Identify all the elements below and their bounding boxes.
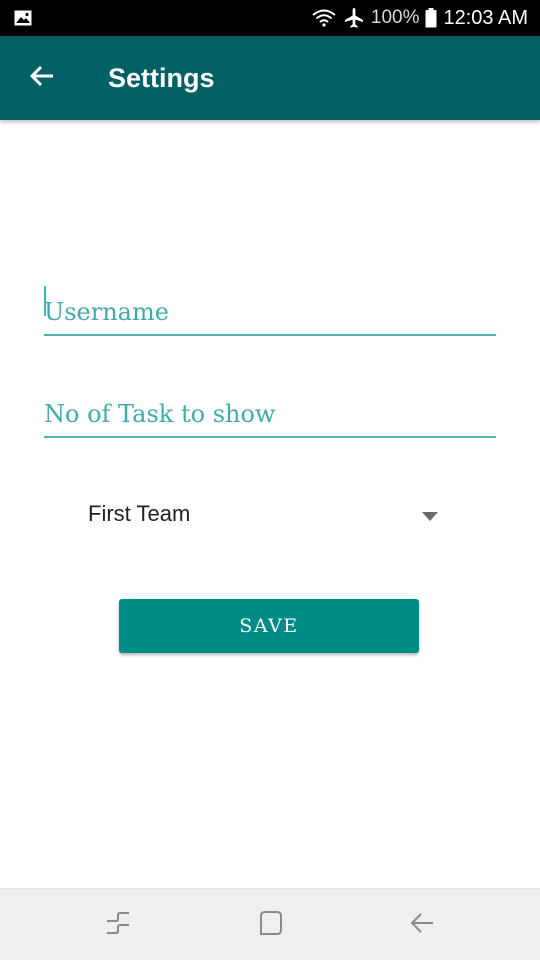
clock: 12:03 AM	[443, 6, 528, 29]
recent-apps-button[interactable]	[94, 901, 142, 949]
username-input[interactable]	[44, 280, 496, 336]
back-icon	[409, 910, 435, 941]
app-bar: Settings	[0, 36, 540, 120]
navigation-bar	[0, 888, 540, 960]
wifi-icon	[311, 8, 337, 28]
save-button[interactable]: SAVE	[119, 599, 419, 653]
dropdown-arrow-icon	[422, 508, 438, 526]
arrow-back-icon	[29, 63, 55, 94]
recent-apps-icon	[105, 910, 131, 941]
page-title: Settings	[108, 63, 215, 93]
system-back-button[interactable]	[398, 901, 446, 949]
battery-icon	[425, 8, 437, 28]
back-button[interactable]	[18, 54, 66, 102]
task-count-input[interactable]	[44, 382, 496, 438]
home-icon	[257, 910, 283, 941]
team-dropdown-value: First Team	[88, 501, 191, 526]
team-dropdown[interactable]: First Team	[88, 492, 448, 536]
status-right: 100% 12:03 AM	[311, 0, 528, 36]
home-button[interactable]	[246, 901, 294, 949]
battery-percentage: 100%	[370, 7, 420, 28]
status-bar: 100% 12:03 AM	[0, 0, 540, 36]
username-field[interactable]	[44, 280, 496, 336]
gallery-icon	[14, 10, 32, 26]
text-cursor	[44, 286, 46, 316]
task-count-field[interactable]	[44, 382, 496, 438]
airplane-icon	[343, 7, 365, 29]
